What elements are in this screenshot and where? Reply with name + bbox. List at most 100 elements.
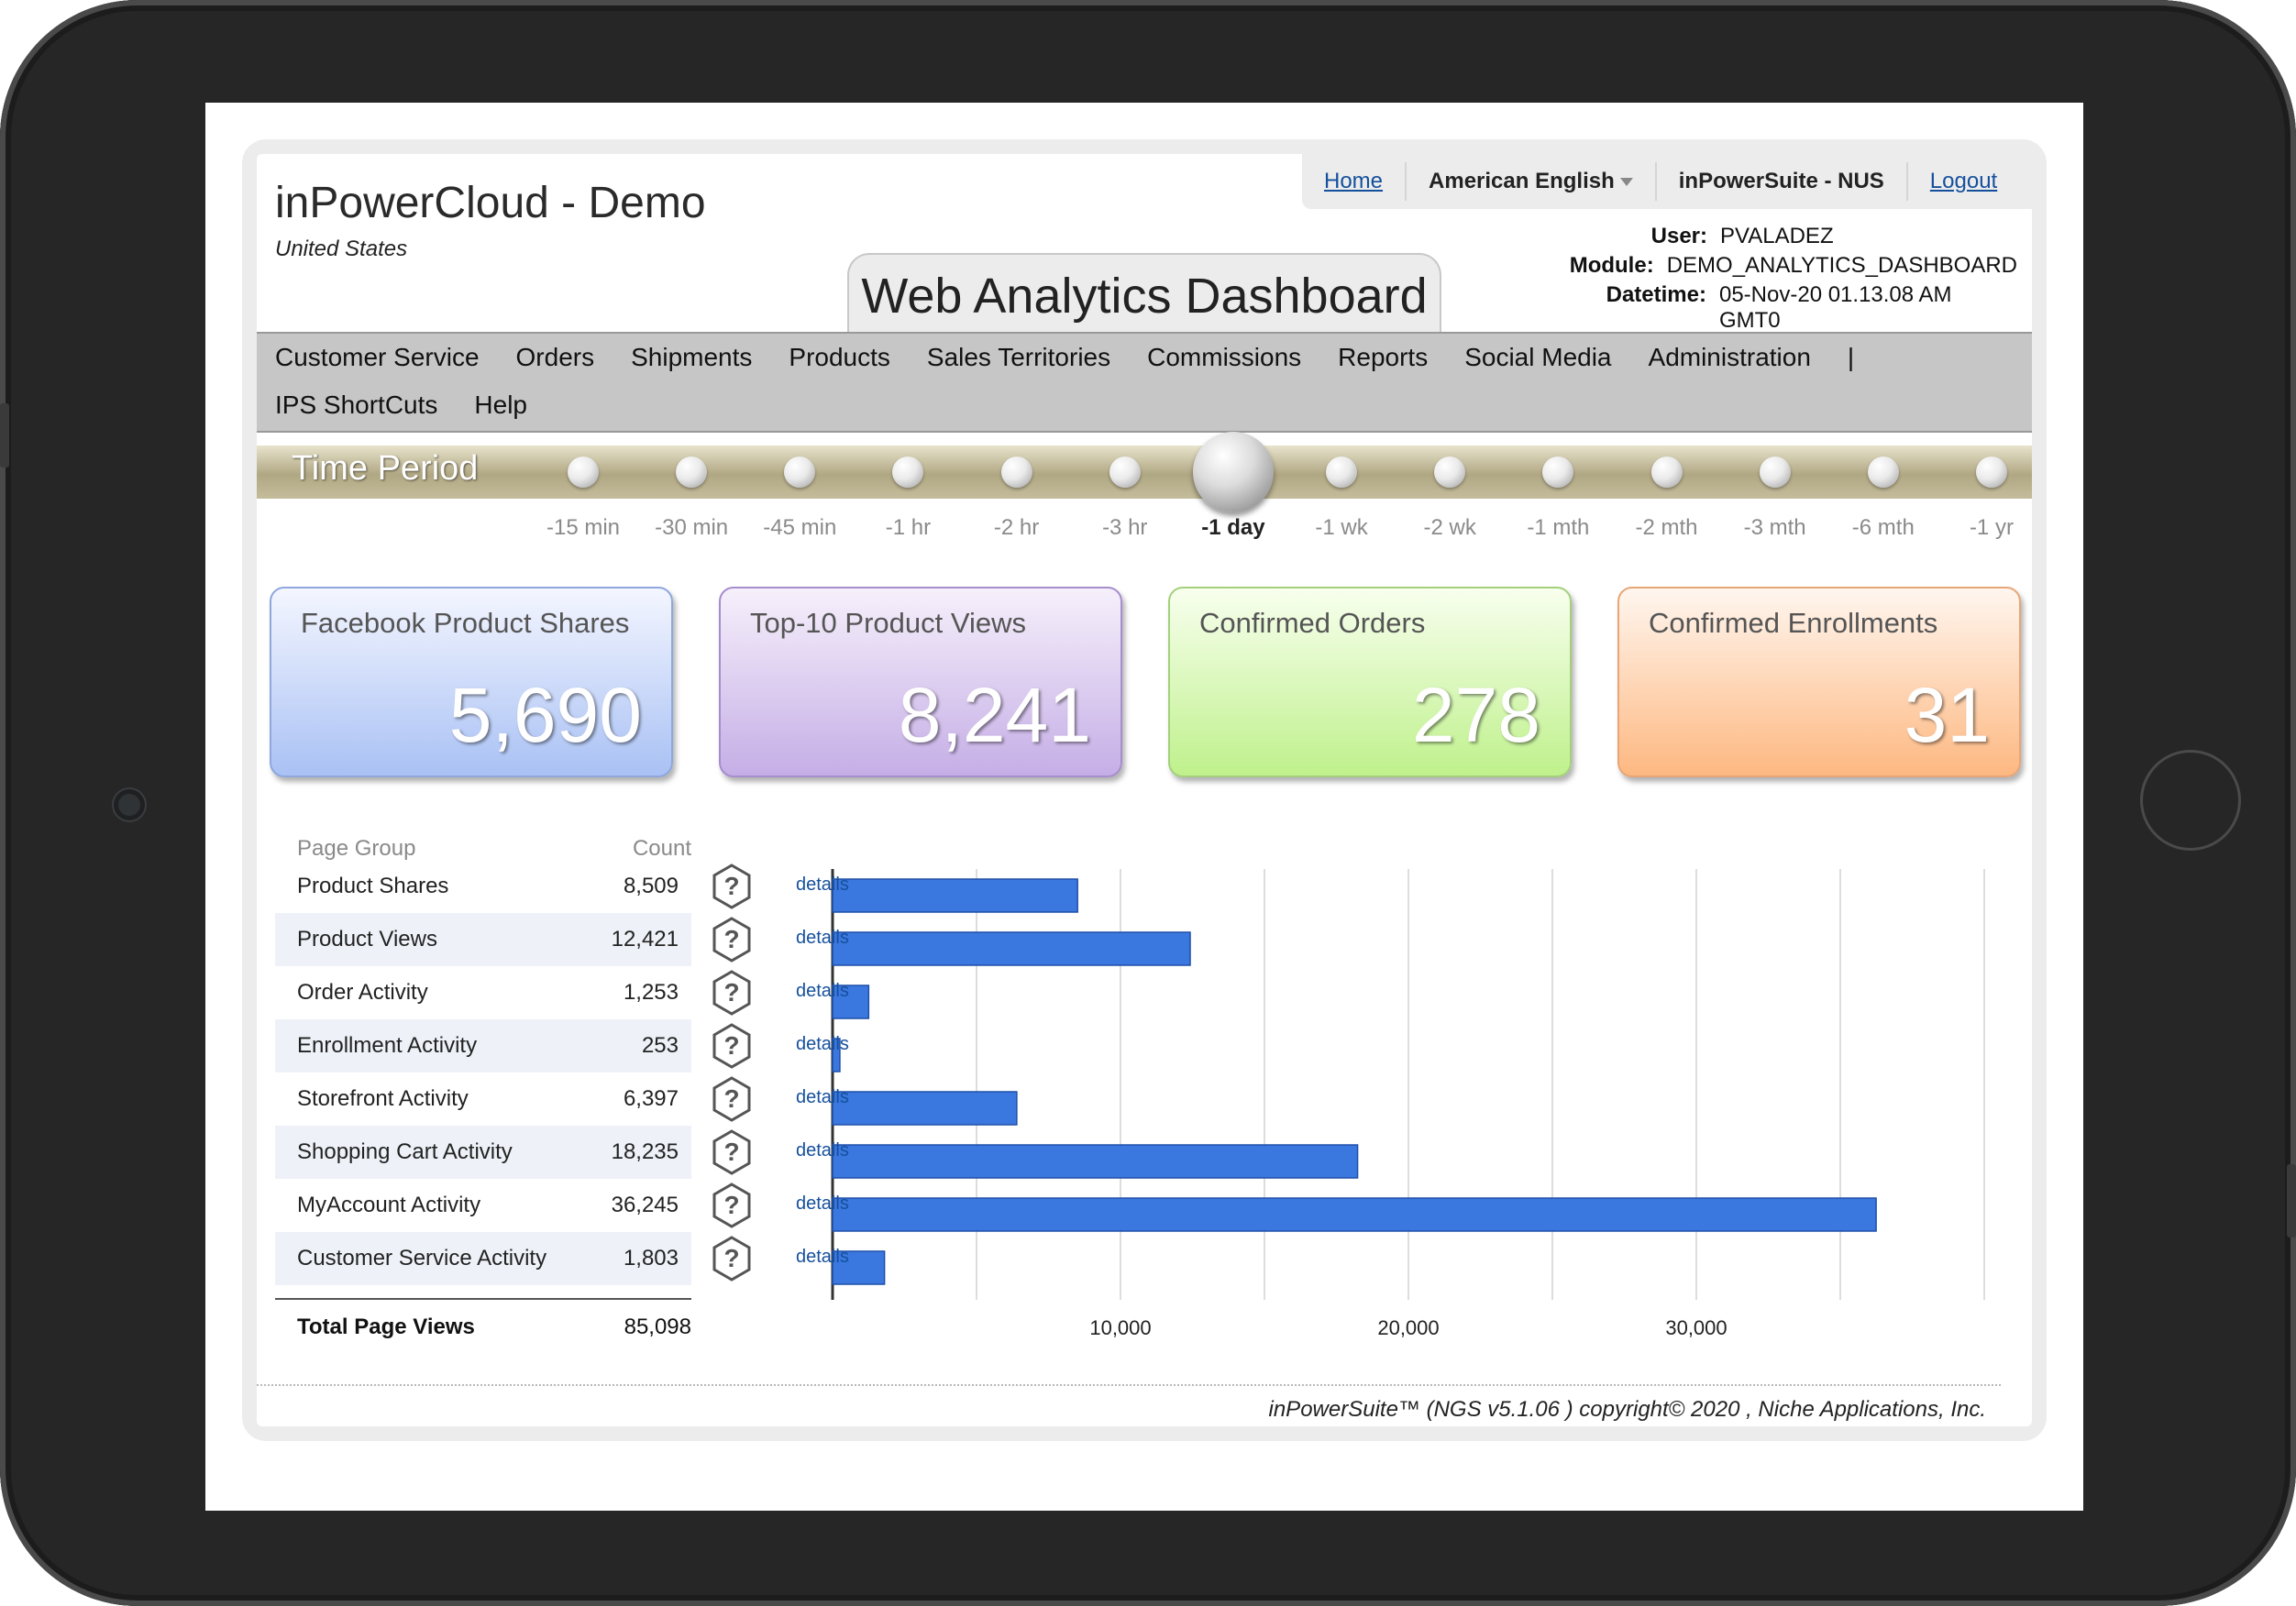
time-option-label[interactable]: -1 day: [1178, 515, 1288, 541]
menu-ips-shortcuts[interactable]: IPS ShortCuts: [275, 390, 437, 420]
help-icon[interactable]: ?: [712, 1182, 752, 1228]
page-group-count: 253: [641, 1033, 679, 1058]
svg-text:?: ?: [723, 1191, 739, 1219]
details-link[interactable]: details: [796, 1140, 849, 1161]
time-option-label[interactable]: -2 wk: [1395, 515, 1505, 541]
time-option-label[interactable]: -3 hr: [1070, 515, 1180, 541]
card-top10-product-views[interactable]: Top-10 Product Views 8,241: [719, 587, 1122, 777]
details-link[interactable]: details: [796, 874, 849, 896]
time-option-label[interactable]: -6 mth: [1828, 515, 1938, 541]
time-option-dot-5[interactable]: [1109, 456, 1141, 488]
menu-products[interactable]: Products: [789, 343, 890, 372]
time-option-label[interactable]: -1 hr: [853, 515, 963, 541]
x-tick-label: 20,000: [1377, 1316, 1439, 1339]
page-group-count: 12,421: [611, 927, 679, 952]
time-option-dot-8[interactable]: [1434, 456, 1466, 488]
menu-row-2: IPS ShortCuts Help: [275, 390, 564, 420]
user-info: User: PVALADEZ Module: DEMO_ANALYTICS_DASH…: [1540, 224, 2017, 333]
table-row: MyAccount Activity 36,245: [275, 1179, 691, 1232]
time-period-title: Time Period: [292, 449, 479, 488]
menu-reports[interactable]: Reports: [1338, 343, 1428, 372]
svg-text:?: ?: [723, 1244, 739, 1272]
details-link[interactable]: details: [796, 1087, 849, 1108]
menu-social-media[interactable]: Social Media: [1464, 343, 1611, 372]
card-facebook-product-shares[interactable]: Facebook Product Shares 5,690: [270, 587, 673, 777]
time-option-dot-11[interactable]: [1759, 456, 1791, 488]
time-option-dot-4[interactable]: [1000, 456, 1032, 488]
help-icon[interactable]: ?: [712, 917, 752, 962]
time-option-label[interactable]: -2 mth: [1612, 515, 1722, 541]
page-group-name: Shopping Cart Activity: [297, 1139, 513, 1164]
bar-product-shares: [832, 878, 1078, 913]
time-option-label[interactable]: -1 yr: [1937, 515, 2032, 541]
table-row: Product Views 12,421: [275, 913, 691, 966]
time-option-dot-13[interactable]: [1975, 456, 2007, 488]
time-option-dot-1[interactable]: [676, 456, 708, 488]
bar-myaccount-activity: [832, 1197, 1877, 1232]
suite-label[interactable]: inPowerSuite - NUS: [1657, 162, 1908, 201]
menu-help[interactable]: Help: [474, 390, 527, 420]
menu-administration[interactable]: Administration: [1649, 343, 1811, 372]
svg-text:?: ?: [723, 1084, 739, 1113]
top-navigation: Home American English inPowerSuite - NUS…: [1302, 154, 2032, 209]
page-group-name: Customer Service Activity: [297, 1246, 547, 1270]
help-icon[interactable]: ?: [712, 1076, 752, 1122]
card-title: Confirmed Enrollments: [1649, 607, 1938, 639]
help-icon[interactable]: ?: [712, 864, 752, 909]
screen: inPowerCloud - Demo United States Home A…: [205, 103, 2083, 1511]
menu-sales-territories[interactable]: Sales Territories: [927, 343, 1110, 372]
app-content: inPowerCloud - Demo United States Home A…: [257, 154, 2032, 1426]
time-option-label[interactable]: -45 min: [745, 515, 855, 541]
x-tick-label: 10,000: [1089, 1316, 1151, 1339]
page-group-name: MyAccount Activity: [297, 1193, 481, 1217]
details-link[interactable]: details: [796, 1247, 849, 1268]
card-value: 8,241: [898, 672, 1091, 758]
card-value: 5,690: [448, 672, 642, 758]
time-option-dot-6[interactable]: [1192, 432, 1274, 512]
side-button[interactable]: [2287, 1164, 2296, 1238]
card-confirmed-enrollments[interactable]: Confirmed Enrollments 31: [1617, 587, 2021, 777]
footer-divider: [257, 1384, 2001, 1386]
help-icon[interactable]: ?: [712, 1023, 752, 1069]
time-option-dot-7[interactable]: [1326, 456, 1358, 488]
menu-separator: |: [1847, 343, 1855, 371]
card-confirmed-orders[interactable]: Confirmed Orders 278: [1168, 587, 1572, 777]
details-link[interactable]: details: [796, 1034, 849, 1055]
time-option-label[interactable]: -1 mth: [1503, 515, 1613, 541]
volume-button[interactable]: [0, 403, 9, 468]
app-subtitle: United States: [275, 236, 408, 261]
details-link[interactable]: details: [796, 981, 849, 1002]
time-option-label[interactable]: -2 hr: [962, 515, 1072, 541]
time-option-label[interactable]: -30 min: [636, 515, 746, 541]
svg-text:?: ?: [723, 872, 739, 900]
menu-customer-service[interactable]: Customer Service: [275, 343, 480, 372]
svg-text:?: ?: [723, 1138, 739, 1166]
tablet-frame: inPowerCloud - Demo United States Home A…: [0, 0, 2296, 1606]
datetime-value: 05-Nov-20 01.13.08 AM GMT0: [1718, 282, 1952, 333]
help-icon[interactable]: ?: [712, 970, 752, 1016]
bar-shopping-cart-activity: [832, 1144, 1359, 1179]
time-option-dot-12[interactable]: [1867, 456, 1899, 488]
home-button[interactable]: [2140, 750, 2241, 851]
app-panel: inPowerCloud - Demo United States Home A…: [242, 139, 2047, 1441]
time-option-label[interactable]: -15 min: [528, 515, 638, 541]
menu-orders[interactable]: Orders: [516, 343, 595, 372]
help-icon[interactable]: ?: [712, 1129, 752, 1175]
details-link[interactable]: details: [796, 1194, 849, 1215]
details-link[interactable]: details: [796, 928, 849, 949]
menu-shipments[interactable]: Shipments: [631, 343, 752, 372]
menu-commissions[interactable]: Commissions: [1147, 343, 1301, 372]
logout-link[interactable]: Logout: [1908, 162, 2019, 201]
card-title: Top-10 Product Views: [750, 607, 1026, 639]
help-icon[interactable]: ?: [712, 1236, 752, 1282]
time-option-label[interactable]: -3 mth: [1720, 515, 1830, 541]
page-group-count: 18,235: [611, 1139, 679, 1164]
time-option-dot-10[interactable]: [1650, 456, 1683, 488]
language-select[interactable]: American English: [1407, 162, 1657, 201]
time-option-dot-0[interactable]: [568, 456, 599, 488]
time-option-label[interactable]: -1 wk: [1286, 515, 1396, 541]
main-menu: Customer Service Orders Shipments Produc…: [257, 332, 2032, 433]
bar-product-views: [832, 931, 1191, 966]
home-link[interactable]: Home: [1302, 162, 1407, 201]
table-header-count: Count: [632, 836, 691, 861]
